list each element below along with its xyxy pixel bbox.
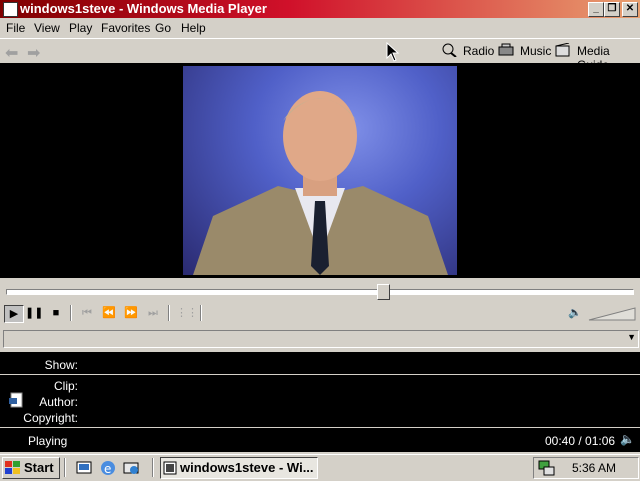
outlook-express-icon[interactable] [122, 459, 140, 477]
info-divider [0, 427, 640, 428]
mute-speaker-icon[interactable]: 🔈 [566, 305, 584, 321]
rewind-button[interactable]: ⏪ [100, 305, 118, 321]
clip-label: Clip: [53, 379, 78, 393]
controls-separator [168, 305, 170, 321]
taskbar-separator [152, 458, 154, 477]
seek-bar[interactable] [0, 280, 640, 300]
previous-track-button[interactable]: ⏮ [78, 305, 96, 321]
close-button[interactable]: ✕ [622, 2, 638, 17]
music-icon[interactable] [498, 43, 514, 57]
windows-logo-icon [5, 461, 21, 478]
task-button-label: windows1steve - Wi... [180, 460, 314, 475]
show-label: Show: [44, 358, 78, 372]
task-button-media-player[interactable]: windows1steve - Wi... [160, 457, 318, 479]
volume-slider[interactable] [588, 307, 636, 321]
controls-separator [70, 305, 72, 321]
title-bar[interactable]: windows1steve - Windows Media Player _ ❐… [0, 0, 640, 18]
next-track-button[interactable]: ⏭ [144, 305, 162, 321]
minimize-button[interactable]: _ [588, 2, 604, 17]
info-panel: Show: Clip: Author: Copyright: Playing 0… [0, 352, 640, 452]
status-text: Playing [28, 434, 68, 448]
svg-text:e: e [104, 462, 111, 476]
playback-controls: ▶ ❚❚ ■ ⏮ ⏪ ⏩ ⏭ ⋮⋮ 🔈 [0, 301, 640, 325]
taskbar-separator [64, 458, 66, 477]
playlist-dropdown[interactable]: ▼ [3, 330, 639, 348]
playlist-button[interactable]: ⋮⋮ [176, 305, 198, 321]
play-button[interactable]: ▶ [4, 305, 24, 323]
window-title: windows1steve - Windows Media Player [20, 1, 267, 16]
menu-view[interactable]: View [34, 21, 60, 35]
stop-button[interactable]: ■ [47, 305, 65, 321]
show-desktop-icon[interactable] [75, 459, 93, 477]
seek-thumb[interactable] [377, 284, 390, 300]
radio-icon[interactable] [441, 43, 457, 57]
forward-arrow-icon[interactable]: ➡ [27, 43, 40, 63]
mouse-cursor-icon [386, 42, 400, 62]
internet-explorer-icon[interactable]: e [99, 459, 117, 477]
restore-button[interactable]: ❐ [604, 2, 620, 17]
clock[interactable]: 5:36 AM [572, 461, 616, 475]
time-display: 00:40 / 01:06 [545, 434, 616, 448]
menu-favorites[interactable]: Favorites [101, 21, 150, 35]
navigation-bar: ⬅ ➡ Radio Music Media Guide [0, 38, 640, 72]
speaker-mute-icon[interactable]: 🔈 [620, 432, 635, 446]
fast-forward-button[interactable]: ⏩ [122, 305, 140, 321]
menu-bar: File View Play Favorites Go Help [0, 18, 640, 37]
controls-separator [200, 305, 202, 321]
menu-help[interactable]: Help [181, 21, 206, 35]
menu-play[interactable]: Play [69, 21, 92, 35]
seek-track[interactable] [6, 289, 634, 295]
media-guide-icon[interactable] [555, 43, 571, 57]
video-frame-presenter-image [193, 91, 448, 275]
video-frame[interactable] [183, 66, 457, 275]
info-divider [0, 374, 640, 375]
menu-file[interactable]: File [6, 21, 25, 35]
back-arrow-icon[interactable]: ⬅ [5, 43, 18, 63]
video-area[interactable] [0, 63, 640, 278]
menu-go[interactable]: Go [155, 21, 171, 35]
system-tray: 5:36 AM [533, 457, 639, 479]
taskbar: Start e windows1steve - Wi... 5:36 AM [0, 454, 640, 481]
media-player-app-icon[interactable] [3, 2, 18, 17]
chevron-down-icon[interactable]: ▼ [627, 332, 636, 342]
start-button[interactable]: Start [2, 457, 60, 479]
tray-network-icon[interactable] [538, 459, 556, 477]
media-player-task-icon [163, 461, 177, 478]
copyright-label: Copyright: [23, 411, 78, 425]
start-label: Start [24, 460, 54, 475]
pause-button[interactable]: ❚❚ [25, 305, 43, 321]
music-link[interactable]: Music [520, 44, 551, 58]
radio-link[interactable]: Radio [463, 44, 494, 58]
author-label: Author: [39, 395, 78, 409]
